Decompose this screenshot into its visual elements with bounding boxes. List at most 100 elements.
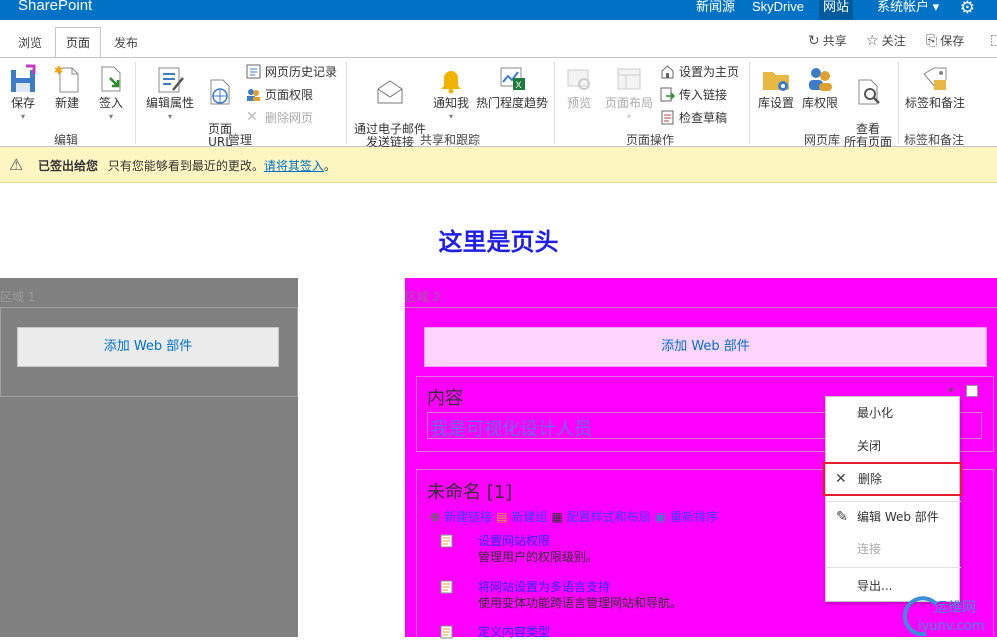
history-icon (246, 64, 261, 78)
users-icon (809, 68, 832, 91)
menu-item-minimize[interactable]: 最小化 (826, 399, 961, 427)
group-label-tags: 标签和备注 (903, 133, 964, 147)
follow-button[interactable]: ☆ 关注 (866, 32, 906, 49)
edit-properties-button[interactable]: 编辑属性 ▾ (143, 64, 197, 123)
share-button[interactable]: ↻ 共享 (808, 32, 847, 49)
group-label-manage: 管理 (227, 133, 252, 147)
page-history-button[interactable]: 网页历史记录 (246, 62, 337, 80)
tab-publish[interactable]: 发布 (104, 32, 148, 58)
list-item-desc: 使用变体功能跨语言管理网站和导航。 (478, 596, 683, 610)
popularity-trends-button[interactable]: X 热门程度趋势 (474, 64, 550, 110)
library-permissions-button[interactable]: 库权限 (798, 64, 842, 110)
delete-page-button[interactable]: ✕ 删除网页 (246, 108, 313, 126)
save-page-button[interactable]: ⎘ 保存 (926, 32, 964, 49)
reorder-button[interactable]: 重新排序 (670, 508, 718, 525)
globe-page-icon (210, 79, 230, 105)
webpart-menu: 最小化 关闭 ✕ 删除 ✎ 编辑 Web 部件 连接 导出... (823, 396, 962, 602)
view-pages-icon (858, 79, 880, 105)
webpart-menu-caret[interactable]: ▾ (949, 386, 954, 396)
preview-button[interactable]: 预览 (560, 64, 598, 110)
configure-style-button[interactable]: 配置样式和布局 (567, 508, 651, 525)
new-link-icon: ⊕ (430, 509, 441, 524)
star-icon: ☆ (866, 32, 879, 49)
add-webpart-button-zone1[interactable]: 添加 Web 部件 (17, 327, 279, 367)
webpart-unnamed-title: 未命名 [1] (427, 482, 513, 503)
checkin-icon (101, 66, 121, 92)
page-layout-button[interactable]: 页面布局 ▾ (602, 64, 656, 123)
folder-gear-icon (763, 72, 789, 91)
list-item-title[interactable]: 设置网站权限 (478, 532, 550, 549)
focus-icon[interactable]: ⬚ (990, 32, 997, 48)
new-group-icon: ▤ (496, 509, 508, 524)
page-permissions-button[interactable]: 页面权限 (246, 85, 313, 103)
group-label-edit: 编辑 (53, 133, 78, 147)
tab-page[interactable]: 页面 (55, 27, 102, 58)
add-webpart-button-zone2[interactable]: 添加 Web 部件 (424, 327, 987, 367)
new-link-button[interactable]: 新建链接 (444, 508, 492, 525)
reorder-icon: ▣ (654, 509, 667, 524)
webpart-content-body: 我是可视化设计人员 (430, 419, 592, 440)
watermark-logo: 运维网 iyunv.com (898, 590, 997, 637)
account-menu[interactable]: 系统帐户 ▾ (873, 0, 943, 20)
share-icon: ↻ (808, 32, 820, 49)
svg-text:✱: ✱ (54, 64, 63, 77)
users-icon (247, 88, 260, 101)
home-icon (661, 64, 674, 78)
zone-2-label: 区域 2 (405, 290, 441, 304)
close-icon: ✕ (835, 471, 847, 487)
watermark-text-1: 运维网 (934, 600, 976, 616)
tag-icon (923, 67, 947, 90)
suite-link-newsfeed[interactable]: 新闻源 (692, 0, 739, 20)
list-item-title[interactable]: 定义内容类型 (478, 623, 550, 640)
watermark-text-2: iyunv.com (918, 619, 984, 634)
group-label-library: 网页库 (803, 133, 840, 147)
layout-icon (617, 68, 641, 90)
group-label-share: 共享和跟踪 (419, 133, 480, 147)
brand-logo[interactable]: SharePoint (18, 0, 92, 14)
link-icon (660, 87, 675, 101)
list-item-title[interactable]: 将网站设置为多语言支持 (478, 578, 610, 595)
checkin-link[interactable]: 请将其签入 (264, 159, 324, 173)
bell-icon (441, 71, 461, 94)
document-icon (440, 534, 453, 548)
save-button[interactable]: 保存 ▾ (6, 64, 40, 123)
ribbon-tab-row: 浏览 页面 发布 ↻ 共享 ☆ 关注 ⎘ 保存 ⬚ (0, 20, 997, 58)
library-settings-button[interactable]: 库设置 (754, 64, 798, 110)
suite-link-sites[interactable]: 网站 (819, 0, 854, 20)
edit-properties-icon (158, 67, 184, 93)
envelope-icon (377, 80, 403, 104)
webpart-select-checkbox[interactable] (966, 385, 978, 397)
document-icon (440, 580, 453, 594)
webpart-content-title: 内容 (427, 388, 463, 409)
status-bar: ⚠ 已签出给您 只有您能够看到最近的更改。请将其签入。 (0, 147, 997, 183)
new-group-button[interactable]: 新建组 (511, 508, 547, 525)
checkin-button[interactable]: 签入 ▾ (94, 64, 128, 123)
preview-icon (567, 69, 590, 90)
edit-icon: ✎ (836, 509, 848, 525)
save-icon: ⎘ (926, 32, 938, 49)
warning-icon: ⚠ (9, 155, 24, 174)
suite-link-skydrive[interactable]: SkyDrive (748, 0, 808, 20)
configure-icon: ▦ (551, 509, 563, 524)
zone-1-label: 区域 1 (0, 290, 36, 304)
gear-icon[interactable]: ⚙ (960, 0, 975, 18)
menu-item-edit-webpart[interactable]: ✎ 编辑 Web 部件 (826, 503, 961, 531)
status-message: 只有您能够看到最近的更改。 (107, 159, 264, 173)
suite-bar: SharePoint 新闻源 SkyDrive 网站 系统帐户 ▾ ⚙ (0, 0, 997, 20)
page-header: 这里是页头 (438, 228, 559, 256)
tab-browse[interactable]: 浏览 (8, 32, 52, 58)
menu-item-delete[interactable]: ✕ 删除 (823, 462, 962, 496)
group-label-page-actions: 页面操作 (625, 133, 674, 147)
alert-me-button[interactable]: 通知我 ▾ (430, 64, 472, 123)
save-icon (11, 64, 36, 92)
menu-item-connections[interactable]: 连接 (826, 535, 961, 563)
new-page-icon: ✱ (54, 64, 79, 93)
draft-icon (661, 110, 674, 124)
webpart-toolbar: ⊕ 新建链接 ▤ 新建组 ▦ 配置样式和布局 ▣ 重新排序 (430, 508, 718, 525)
incoming-links-button[interactable]: 传入链接 (660, 85, 727, 103)
check-draft-button[interactable]: 检查草稿 (660, 108, 727, 126)
tags-notes-button[interactable]: 标签和备注 (902, 64, 968, 110)
menu-item-close[interactable]: 关闭 (826, 432, 961, 460)
new-button[interactable]: ✱ 新建 (50, 64, 84, 110)
set-homepage-button[interactable]: 设置为主页 (660, 62, 739, 80)
